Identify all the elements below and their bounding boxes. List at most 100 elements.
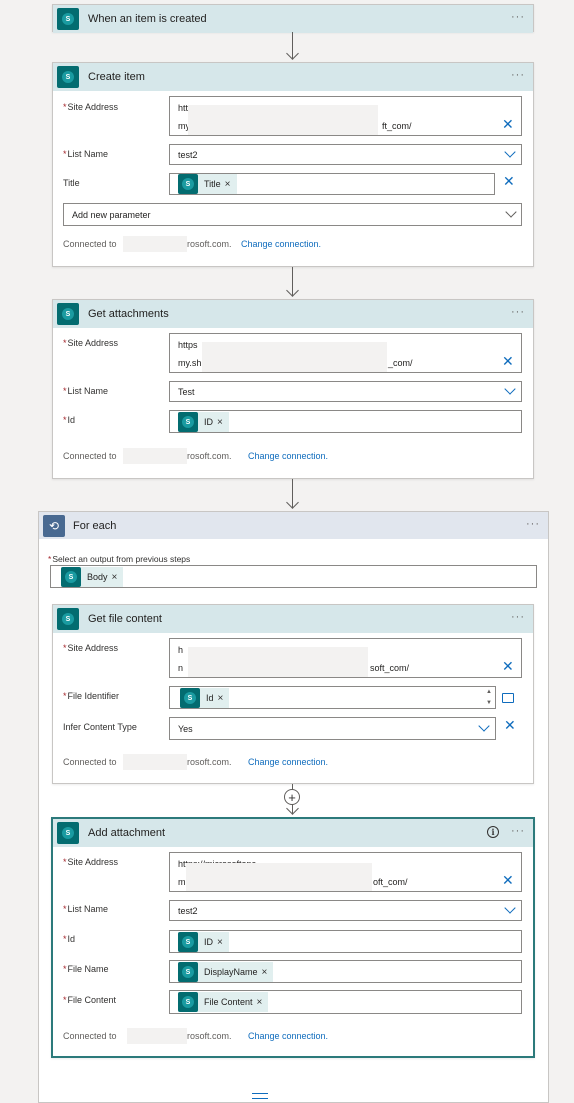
infer-content-type-value: Yes bbox=[178, 724, 193, 734]
change-connection-link[interactable]: Change connection. bbox=[248, 757, 328, 767]
remove-token-icon[interactable]: × bbox=[112, 572, 118, 583]
connected-domain: rosoft.com. bbox=[187, 1031, 232, 1041]
more-options-icon[interactable]: ··· bbox=[511, 12, 525, 23]
display-name-token[interactable]: S DisplayName × bbox=[178, 962, 274, 982]
file-content-label: *File Content bbox=[63, 995, 117, 1005]
file-content-token-label: File Content bbox=[204, 997, 253, 1007]
create-item-title: Create item bbox=[88, 71, 145, 83]
site-address-line1: h bbox=[178, 645, 184, 655]
file-content-field[interactable]: S File Content × bbox=[169, 990, 522, 1014]
more-options-icon[interactable]: ··· bbox=[511, 70, 525, 81]
remove-token-icon[interactable]: × bbox=[217, 937, 223, 948]
chevron-down-icon[interactable] bbox=[505, 206, 517, 218]
clear-icon[interactable]: ✕ bbox=[502, 874, 514, 888]
display-name-token-label: DisplayName bbox=[204, 967, 258, 977]
site-address-field[interactable]: h n soft_com/ ✕ bbox=[169, 638, 522, 678]
redacted-area bbox=[123, 448, 187, 464]
sharepoint-icon: S bbox=[180, 688, 200, 708]
connected-to-label: Connected to bbox=[63, 239, 117, 249]
redacted-area bbox=[123, 754, 187, 770]
site-address-label: *Site Address bbox=[63, 643, 119, 653]
trigger-header[interactable]: S When an item is created ··· bbox=[53, 5, 533, 33]
sharepoint-icon: S bbox=[178, 962, 198, 982]
remove-token-icon[interactable]: × bbox=[262, 967, 268, 978]
remove-token-icon[interactable]: × bbox=[225, 179, 231, 190]
add-attachment-card: S Add attachment i ··· *Site Address htt… bbox=[51, 817, 535, 1058]
connection-info: Connected to rosoft.com. Change connecti… bbox=[63, 236, 363, 252]
list-name-dropdown[interactable]: test2 bbox=[169, 900, 522, 921]
site-address-field[interactable]: https://microsoftapc m oft_com/ ✕ bbox=[169, 852, 522, 892]
list-name-value: Test bbox=[178, 387, 195, 397]
trigger-title: When an item is created bbox=[88, 13, 207, 25]
change-connection-link[interactable]: Change connection. bbox=[248, 451, 328, 461]
add-attachment-title: Add attachment bbox=[88, 827, 166, 839]
list-name-value: test2 bbox=[178, 906, 198, 916]
remove-token-icon[interactable]: × bbox=[257, 997, 263, 1008]
chevron-down-icon[interactable] bbox=[478, 720, 490, 732]
sharepoint-icon: S bbox=[178, 174, 198, 194]
infer-content-type-dropdown[interactable]: Yes bbox=[169, 717, 496, 740]
sharepoint-icon: S bbox=[57, 608, 79, 630]
for-each-header[interactable]: ⟲ For each ··· bbox=[39, 512, 548, 539]
file-identifier-field[interactable]: S Id × bbox=[169, 686, 496, 709]
list-name-dropdown[interactable]: Test bbox=[169, 381, 522, 402]
site-address-field[interactable]: http my. ft_com/ ✕ bbox=[169, 96, 522, 136]
trigger-card[interactable]: S When an item is created ··· bbox=[52, 4, 534, 33]
get-file-content-title: Get file content bbox=[88, 613, 162, 625]
change-connection-link[interactable]: Change connection. bbox=[248, 1031, 328, 1041]
id-field[interactable]: S ID × bbox=[169, 930, 522, 953]
get-file-content-header[interactable]: S Get file content ··· bbox=[53, 605, 533, 633]
sharepoint-icon: S bbox=[178, 412, 198, 432]
site-address-line2-start: m bbox=[178, 877, 186, 887]
id-token[interactable]: S Id × bbox=[180, 688, 230, 708]
redacted-area bbox=[123, 236, 187, 252]
list-name-dropdown[interactable]: test2 bbox=[169, 144, 522, 165]
more-options-icon[interactable]: ··· bbox=[511, 307, 525, 318]
more-options-icon[interactable]: ··· bbox=[511, 826, 525, 837]
folder-icon[interactable] bbox=[502, 693, 514, 703]
clear-icon[interactable]: ✕ bbox=[504, 719, 516, 733]
connector-arrow bbox=[286, 284, 299, 297]
more-options-icon[interactable]: ··· bbox=[511, 612, 525, 623]
clear-icon[interactable]: ✕ bbox=[502, 660, 514, 674]
clear-icon[interactable]: ✕ bbox=[503, 175, 515, 189]
sharepoint-icon: S bbox=[57, 822, 79, 844]
clear-icon[interactable]: ✕ bbox=[502, 118, 514, 132]
site-address-field[interactable]: https my.sh _com/ ✕ bbox=[169, 333, 522, 373]
connected-to-label: Connected to bbox=[63, 757, 117, 767]
site-address-line2-end: soft_com/ bbox=[370, 663, 410, 673]
more-options-icon[interactable]: ··· bbox=[526, 519, 540, 530]
change-connection-link[interactable]: Change connection. bbox=[241, 239, 321, 249]
create-item-header[interactable]: S Create item ··· bbox=[53, 63, 533, 91]
chevron-down-icon[interactable] bbox=[504, 902, 516, 914]
connected-domain: rosoft.com. bbox=[187, 757, 232, 767]
title-token[interactable]: S Title × bbox=[178, 174, 237, 194]
title-field[interactable]: S Title × bbox=[169, 173, 495, 195]
scroll-indicator[interactable] bbox=[252, 1093, 268, 1099]
remove-token-icon[interactable]: × bbox=[217, 417, 223, 428]
loop-icon: ⟲ bbox=[43, 514, 65, 537]
spinner-down-icon[interactable]: ▼ bbox=[486, 700, 492, 707]
info-icon[interactable]: i bbox=[487, 826, 499, 838]
redacted-area bbox=[127, 1028, 187, 1044]
redacted-area bbox=[188, 647, 368, 677]
select-output-field[interactable]: S Body × bbox=[50, 565, 537, 588]
spinner-up-icon[interactable]: ▲ bbox=[486, 689, 492, 696]
connected-to-label: Connected to bbox=[63, 451, 117, 461]
chevron-down-icon[interactable] bbox=[504, 146, 516, 158]
id-field[interactable]: S ID × bbox=[169, 410, 522, 433]
add-parameter-dropdown[interactable]: Add new parameter bbox=[63, 203, 522, 226]
body-token[interactable]: S Body × bbox=[61, 567, 124, 587]
id-token[interactable]: S ID × bbox=[178, 412, 229, 432]
file-name-field[interactable]: S DisplayName × bbox=[169, 960, 522, 983]
infer-content-type-label: Infer Content Type bbox=[63, 722, 137, 732]
remove-token-icon[interactable]: × bbox=[218, 693, 224, 704]
connected-domain: rosoft.com. bbox=[187, 451, 232, 461]
id-token[interactable]: S ID × bbox=[178, 932, 229, 952]
list-name-value: test2 bbox=[178, 150, 198, 160]
get-attachments-header[interactable]: S Get attachments ··· bbox=[53, 300, 533, 328]
clear-icon[interactable]: ✕ bbox=[502, 355, 514, 369]
add-attachment-header[interactable]: S Add attachment i ··· bbox=[53, 819, 533, 847]
file-content-token[interactable]: S File Content × bbox=[178, 992, 269, 1012]
chevron-down-icon[interactable] bbox=[504, 383, 516, 395]
